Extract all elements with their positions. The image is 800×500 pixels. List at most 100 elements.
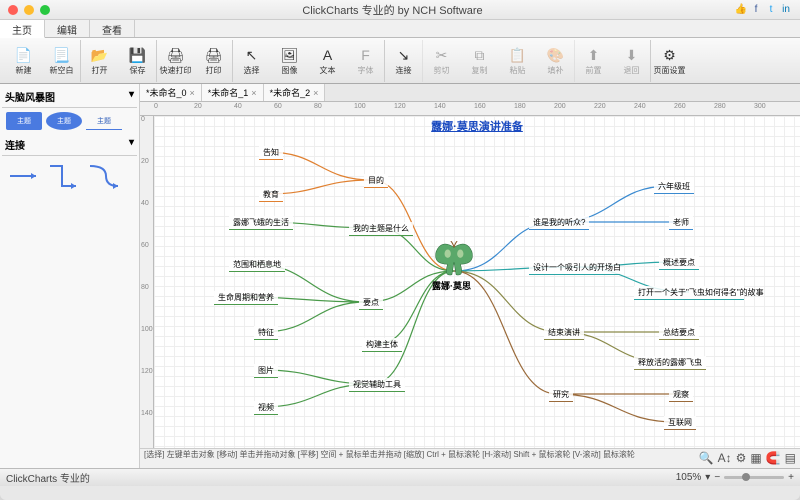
node-build_body[interactable]: 构建主体 — [362, 338, 402, 352]
new-label: 新建 — [16, 65, 32, 76]
node-features[interactable]: 特征 — [254, 326, 278, 340]
front-button: ⬆前置 — [574, 40, 612, 82]
node-visual[interactable]: 视觉辅助工具 — [349, 378, 405, 392]
node-observe[interactable]: 观察 — [669, 388, 693, 402]
doc-tab-2[interactable]: *未命名_2× — [264, 84, 326, 101]
sidebar-shapes-title[interactable]: 头脑风暴图 ▾ — [2, 86, 137, 108]
shape-rect[interactable]: 主题 — [6, 112, 42, 130]
close-tab-icon[interactable]: × — [313, 88, 318, 98]
center-node[interactable]: 露娜·莫思 — [432, 279, 471, 292]
statusbar: ClickCharts 专业的 105% ▾ − + — [0, 468, 800, 486]
connector-curve-icon[interactable] — [88, 162, 120, 190]
canvas[interactable]: 露娜·莫思演讲准备 露娜·莫思 目的 告知教育我的主题是什么 露娜飞蛾的生活要点 范围… — [154, 116, 800, 448]
paste-button: 📋粘贴 — [498, 40, 536, 82]
sidebar-conn-title[interactable]: 连接 ▾ — [2, 134, 137, 156]
save-button[interactable]: 💾保存 — [118, 40, 156, 82]
new-button[interactable]: 📄新建 — [4, 40, 42, 82]
node-summary[interactable]: 总结要点 — [659, 326, 699, 340]
center-image[interactable] — [433, 241, 475, 279]
zoom-out-icon[interactable]: − — [714, 472, 720, 483]
connector-elbow-icon[interactable] — [48, 162, 80, 190]
shape-ellipse[interactable]: 主题 — [46, 112, 82, 130]
zoom-dropdown-icon[interactable]: ▾ — [705, 472, 710, 483]
shape-text[interactable]: 主题 — [86, 112, 122, 130]
twitter-icon[interactable]: t — [765, 4, 777, 16]
node-video[interactable]: 视频 — [254, 401, 278, 415]
ruler-horizontal: 0204060801001201401601802002202402602803… — [140, 102, 800, 116]
quick-print-button[interactable]: 🖨快速打印 — [156, 40, 194, 82]
node-teacher[interactable]: 老师 — [669, 216, 693, 230]
node-luna_life[interactable]: 露娜飞蛾的生活 — [229, 216, 293, 230]
mindmap-title[interactable]: 露娜·莫思演讲准备 — [431, 118, 523, 134]
select-button[interactable]: ↖选择 — [232, 40, 270, 82]
back-label: 退回 — [624, 65, 640, 76]
open-label: 打开 — [92, 65, 108, 76]
connect-button[interactable]: ↘连接 — [384, 40, 422, 82]
collapse-icon[interactable]: ▾ — [129, 89, 134, 104]
node-internet[interactable]: 互联网 — [664, 416, 696, 430]
image-icon: 🖼 — [280, 45, 300, 65]
back-button: ⬇退回 — [612, 40, 650, 82]
open-button[interactable]: 📂打开 — [80, 40, 118, 82]
layers-icon[interactable]: ▤ — [785, 454, 796, 463]
connector-straight-icon[interactable] — [8, 162, 40, 190]
menu-tab-2[interactable]: 查看 — [90, 20, 135, 37]
snap-icon[interactable]: 🧲 — [766, 454, 781, 463]
text-icon: A — [318, 45, 338, 65]
page-setup-label: 页面设置 — [654, 65, 686, 76]
node-closing[interactable]: 结束演讲 — [544, 326, 584, 340]
minimize-icon[interactable] — [24, 5, 34, 15]
grid-icon[interactable]: ▦ — [750, 454, 761, 463]
menu-tabs: 主页编辑查看 — [0, 20, 800, 38]
linkedin-icon[interactable]: in — [780, 4, 792, 16]
maximize-icon[interactable] — [40, 5, 50, 15]
node-educate[interactable]: 教育 — [259, 188, 283, 202]
close-icon[interactable] — [8, 5, 18, 15]
new-blank-label: 新空白 — [50, 65, 74, 76]
menu-tab-1[interactable]: 编辑 — [45, 20, 90, 37]
close-tab-icon[interactable]: × — [251, 88, 256, 98]
font-button: F字体 — [346, 40, 384, 82]
node-release[interactable]: 释放活的露娜飞虫 — [634, 356, 706, 370]
text-button[interactable]: A文本 — [308, 40, 346, 82]
select-label: 选择 — [244, 65, 260, 76]
doc-tab-1[interactable]: *未命名_1× — [202, 84, 264, 101]
like-icon[interactable]: 👍 — [735, 4, 747, 16]
zoom-fit-icon[interactable]: 🔍 — [699, 454, 714, 463]
node-purpose[interactable]: 目的 — [364, 174, 388, 188]
text-tool-icon[interactable]: A↕ — [718, 454, 732, 463]
page-setup-button[interactable]: ⚙页面设置 — [650, 40, 688, 82]
select-icon: ↖ — [242, 45, 262, 65]
node-lifecycle[interactable]: 生命周期和营养 — [214, 291, 278, 305]
node-joke[interactable]: 打开一个关于"飞虫如何得名"的故事 — [634, 286, 744, 300]
node-topic[interactable]: 我的主题是什么 — [349, 222, 413, 236]
new-blank-button[interactable]: 📃新空白 — [42, 40, 80, 82]
zoom-in-icon[interactable]: + — [788, 472, 794, 483]
settings-icon[interactable]: ⚙ — [736, 454, 747, 463]
node-audience[interactable]: 谁是我的听众? — [529, 216, 589, 230]
print-button[interactable]: 🖨打印 — [194, 40, 232, 82]
sidebar-shapes-label: 头脑风暴图 — [5, 89, 55, 104]
node-range[interactable]: 范围和栖息地 — [229, 258, 285, 272]
close-tab-icon[interactable]: × — [190, 88, 195, 98]
open-icon: 📂 — [90, 45, 110, 65]
social-icons[interactable]: 👍 f t in — [735, 4, 792, 16]
node-opening[interactable]: 设计一个吸引人的开场白 — [529, 261, 619, 275]
node-pic[interactable]: 图片 — [254, 364, 278, 378]
zoom-value[interactable]: 105% — [676, 472, 702, 483]
facebook-icon[interactable]: f — [750, 4, 762, 16]
node-outline[interactable]: 概述要点 — [659, 256, 699, 270]
collapse-icon[interactable]: ▾ — [129, 137, 134, 152]
fill-label: 填补 — [548, 65, 564, 76]
image-button[interactable]: 🖼图像 — [270, 40, 308, 82]
font-icon: F — [356, 45, 376, 65]
node-grade6[interactable]: 六年级班 — [654, 180, 694, 194]
doc-tab-0[interactable]: *未命名_0× — [140, 84, 202, 101]
hints-text: [选择] 左键单击对象 [移动] 单击并拖动对象 [平移] 空间 + 鼠标单击并… — [144, 450, 699, 467]
zoom-slider[interactable] — [724, 476, 784, 479]
paste-label: 粘贴 — [510, 65, 526, 76]
node-research[interactable]: 研究 — [549, 388, 573, 402]
menu-tab-0[interactable]: 主页 — [0, 20, 45, 38]
node-inform[interactable]: 告知 — [259, 146, 283, 160]
node-points[interactable]: 要点 — [359, 296, 383, 310]
